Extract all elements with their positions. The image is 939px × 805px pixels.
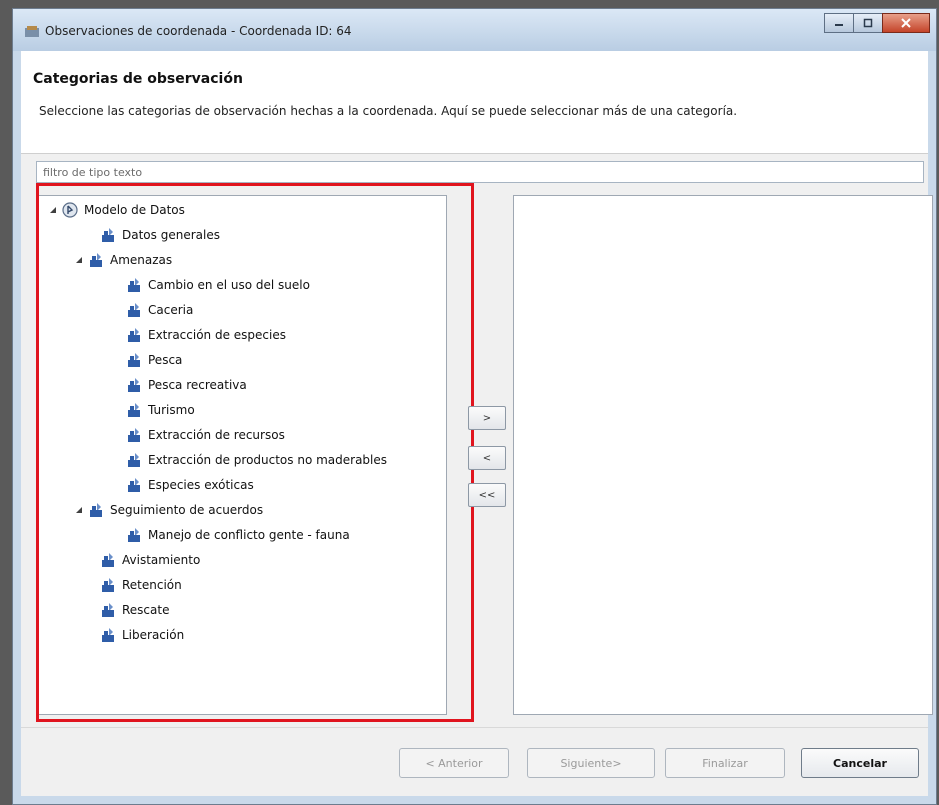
tree-item-extraccion-productos-no-maderables[interactable]: Extracción de productos no maderables xyxy=(126,449,387,471)
tree-item-caceria[interactable]: Caceria xyxy=(126,299,193,321)
tree-item-label: Modelo de Datos xyxy=(84,203,185,217)
category-icon xyxy=(90,503,102,517)
tree-item-label: Extracción de productos no maderables xyxy=(148,453,388,467)
collapse-arrow-icon[interactable] xyxy=(74,505,84,515)
dialog-window: Observaciones de coordenada - Coordenada… xyxy=(12,8,937,805)
tree-item-amenazas[interactable]: Amenazas xyxy=(74,249,172,271)
tree-item-label: Extracción de recursos xyxy=(148,428,285,442)
tree-item-label: Amenazas xyxy=(110,253,173,267)
category-icon xyxy=(102,228,114,242)
tree-item-seguimiento-acuerdos[interactable]: Seguimiento de acuerdos xyxy=(74,499,263,521)
category-icon xyxy=(128,328,140,342)
page-description: Seleccione las categorias de observación… xyxy=(39,104,738,118)
tree-item-label: Retención xyxy=(122,578,182,592)
collapse-arrow-icon[interactable] xyxy=(74,255,84,265)
tree-item-label: Turismo xyxy=(148,403,195,417)
filter-input[interactable] xyxy=(36,161,924,183)
cancel-button[interactable]: Cancelar xyxy=(801,748,919,778)
tree-item-extraccion-recursos[interactable]: Extracción de recursos xyxy=(126,424,285,446)
category-icon xyxy=(128,428,140,442)
minimize-icon[interactable] xyxy=(824,13,854,33)
tree-item-retencion[interactable]: Retención xyxy=(100,574,182,596)
category-icon xyxy=(102,578,114,592)
tree-item-label: Pesca recreativa xyxy=(148,378,247,392)
tree-item-label: Avistamiento xyxy=(122,553,201,567)
tree-item-especies-exoticas[interactable]: Especies exóticas xyxy=(126,474,254,496)
category-icon xyxy=(128,403,140,417)
datamodel-icon xyxy=(62,202,78,218)
tree-item-label: Datos generales xyxy=(122,228,220,242)
remove-all-button[interactable]: << xyxy=(468,483,506,507)
close-icon[interactable] xyxy=(882,13,930,33)
back-button[interactable]: < Anterior xyxy=(399,748,509,778)
tree-item-turismo[interactable]: Turismo xyxy=(126,399,195,421)
tree-item-label: Seguimiento de acuerdos xyxy=(110,503,264,517)
tree-item-label: Liberación xyxy=(122,628,185,642)
maximize-icon[interactable] xyxy=(853,13,883,33)
tree-item-pesca-recreativa[interactable]: Pesca recreativa xyxy=(126,374,247,396)
category-icon xyxy=(128,478,140,492)
category-icon xyxy=(102,628,114,642)
category-icon xyxy=(102,553,114,567)
wizard-footer: < Anterior Siguiente> Finalizar Cancelar xyxy=(21,727,928,798)
category-icon xyxy=(102,603,114,617)
tree-item-extraccion-especies[interactable]: Extracción de especies xyxy=(126,324,286,346)
category-icon xyxy=(128,378,140,392)
tree-item-manejo-conflicto[interactable]: Manejo de conflicto gente - fauna xyxy=(126,524,350,546)
tree-item-label: Caceria xyxy=(148,303,194,317)
tree-item-label: Pesca xyxy=(148,353,183,367)
category-icon xyxy=(90,253,102,267)
page-title: Categorias de observación xyxy=(33,71,243,87)
tree-item-label: Especies exóticas xyxy=(148,478,254,492)
app-icon xyxy=(25,26,39,37)
selected-categories-list[interactable] xyxy=(513,195,933,715)
category-icon xyxy=(128,353,140,367)
collapse-arrow-icon[interactable] xyxy=(48,205,58,215)
next-button[interactable]: Siguiente> xyxy=(527,748,655,778)
wizard-header: Categorias de observación Seleccione las… xyxy=(21,51,928,154)
category-tree[interactable]: Modelo de Datos Datos generales Amenazas… xyxy=(37,195,447,715)
remove-button[interactable]: < xyxy=(468,446,506,470)
tree-item-modelo-de-datos[interactable]: Modelo de Datos xyxy=(48,199,185,221)
tree-item-datos-generales[interactable]: Datos generales xyxy=(100,224,220,246)
tree-item-avistamiento[interactable]: Avistamiento xyxy=(100,549,200,571)
category-icon xyxy=(128,278,140,292)
tree-item-cambio-uso-suelo[interactable]: Cambio en el uso del suelo xyxy=(126,274,310,296)
finish-button[interactable]: Finalizar xyxy=(665,748,785,778)
tree-item-label: Manejo de conflicto gente - fauna xyxy=(148,528,350,542)
tree-item-liberacion[interactable]: Liberación xyxy=(100,624,184,646)
dialog-content: Categorias de observación Seleccione las… xyxy=(21,51,933,798)
window-title: Observaciones de coordenada - Coordenada… xyxy=(45,24,352,38)
tree-item-label: Rescate xyxy=(122,603,170,617)
add-button[interactable]: > xyxy=(468,406,506,430)
tree-item-rescate[interactable]: Rescate xyxy=(100,599,169,621)
title-bar: Observaciones de coordenada - Coordenada… xyxy=(13,9,936,51)
category-icon xyxy=(128,453,140,467)
window-controls xyxy=(824,13,930,35)
tree-item-label: Cambio en el uso del suelo xyxy=(148,278,310,292)
tree-item-label: Extracción de especies xyxy=(148,328,286,342)
category-icon xyxy=(128,303,140,317)
tree-item-pesca[interactable]: Pesca xyxy=(126,349,182,371)
category-icon xyxy=(128,528,140,542)
